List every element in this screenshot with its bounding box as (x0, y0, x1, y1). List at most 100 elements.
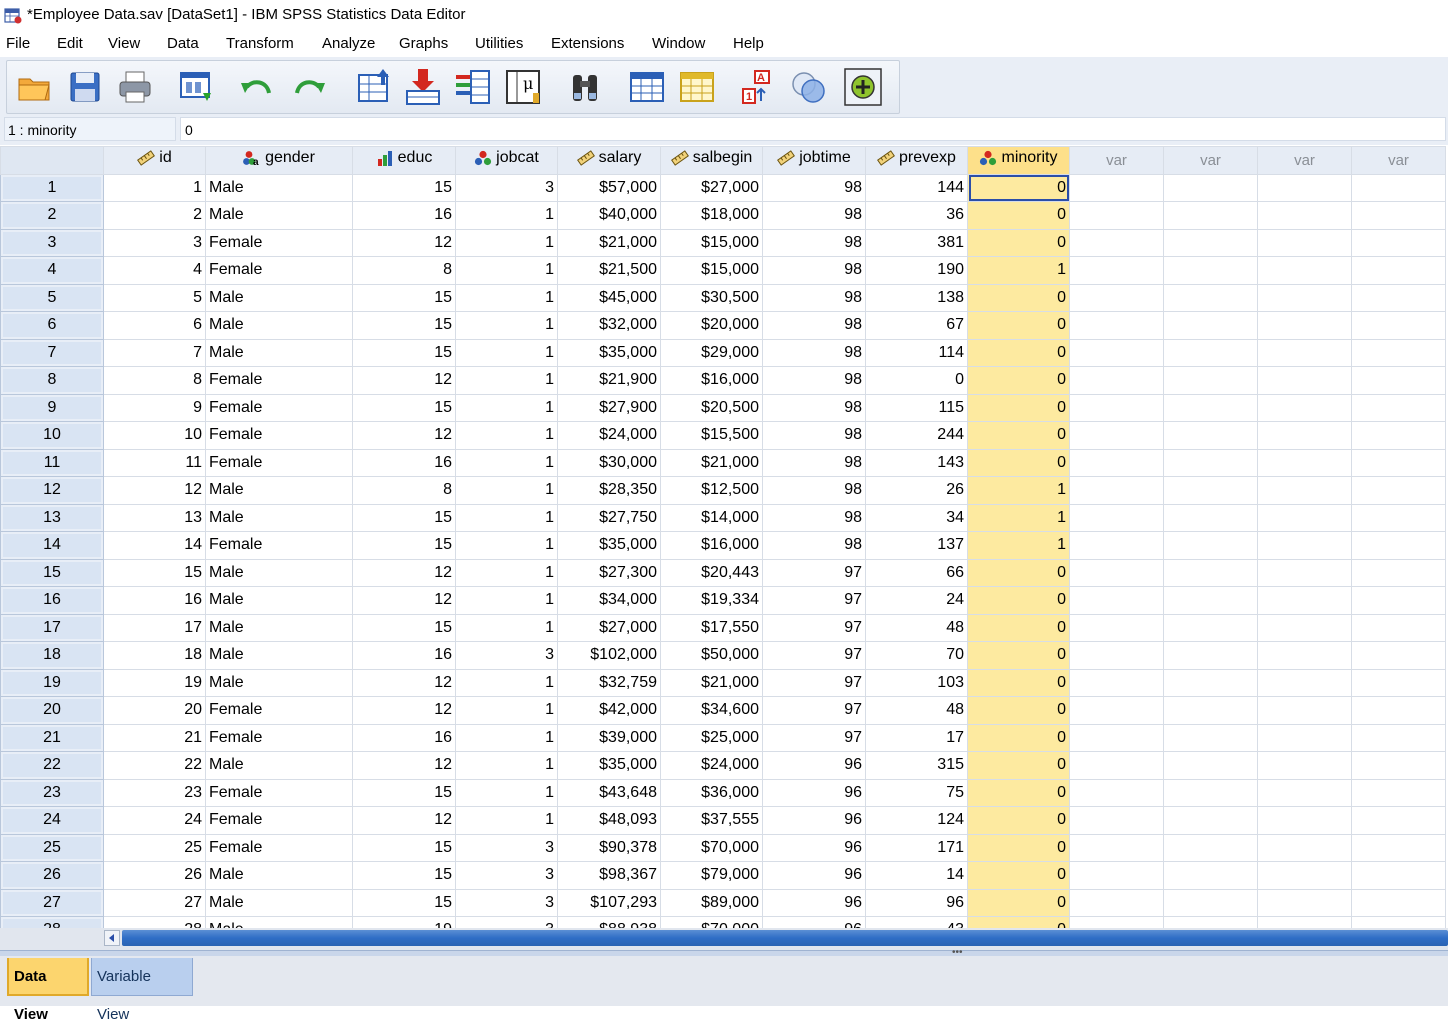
cell-gender[interactable]: Female (205, 833, 353, 862)
cell-salary[interactable]: $21,000 (557, 228, 661, 257)
cell-jobcat[interactable]: 1 (455, 201, 558, 230)
cell-jobtime[interactable]: 96 (762, 778, 866, 807)
cell-empty[interactable] (1257, 833, 1352, 862)
find-icon[interactable] (565, 67, 605, 107)
cell-empty[interactable] (1351, 613, 1446, 642)
split-file-icon[interactable]: A1 (739, 67, 779, 107)
cell-empty[interactable] (1351, 806, 1446, 835)
insert-cases-icon[interactable] (627, 67, 667, 107)
cell-id[interactable]: 3 (103, 228, 206, 257)
cell-salary[interactable]: $57,000 (557, 173, 661, 202)
row-header[interactable]: 18 (0, 641, 104, 670)
cell-jobcat[interactable]: 1 (455, 476, 558, 505)
grid-corner[interactable] (0, 146, 104, 175)
cell-empty[interactable] (1257, 173, 1352, 202)
cell-prevexp[interactable]: 137 (865, 531, 968, 560)
cell-jobtime[interactable]: 98 (762, 173, 866, 202)
cell-jobcat[interactable]: 1 (455, 668, 558, 697)
cell-educ[interactable]: 16 (352, 723, 456, 752)
cell-id[interactable]: 19 (103, 668, 206, 697)
cell-gender[interactable]: Male (205, 201, 353, 230)
cell-salbegin[interactable]: $12,500 (660, 476, 763, 505)
cell-empty[interactable] (1069, 393, 1164, 422)
cell-empty[interactable] (1163, 201, 1258, 230)
cell-minority[interactable]: 0 (967, 668, 1070, 697)
cell-gender[interactable]: Male (205, 586, 353, 615)
cell-educ[interactable]: 15 (352, 531, 456, 560)
row-header[interactable]: 16 (0, 586, 104, 615)
cell-prevexp[interactable]: 43 (865, 916, 968, 928)
cell-educ[interactable]: 15 (352, 833, 456, 862)
cell-jobcat[interactable]: 1 (455, 613, 558, 642)
cell-empty[interactable] (1351, 696, 1446, 725)
cell-id[interactable]: 28 (103, 916, 206, 928)
cell-educ[interactable]: 12 (352, 668, 456, 697)
go-to-variable-icon[interactable] (403, 67, 443, 107)
cell-salary[interactable]: $39,000 (557, 723, 661, 752)
horizontal-scrollbar[interactable] (0, 928, 1448, 950)
descriptive-statistics-icon[interactable]: μ (503, 67, 543, 107)
cell-prevexp[interactable]: 190 (865, 256, 968, 285)
row-header[interactable]: 12 (0, 476, 104, 505)
scroll-left-icon[interactable] (104, 930, 120, 946)
cell-educ[interactable]: 19 (352, 916, 456, 928)
cell-jobcat[interactable]: 1 (455, 778, 558, 807)
cell-prevexp[interactable]: 0 (865, 366, 968, 395)
cell-empty[interactable] (1351, 173, 1446, 202)
cell-gender[interactable]: Male (205, 173, 353, 202)
cell-gender[interactable]: Male (205, 311, 353, 340)
cell-prevexp[interactable]: 67 (865, 311, 968, 340)
cell-gender[interactable]: Male (205, 751, 353, 780)
cell-prevexp[interactable]: 381 (865, 228, 968, 257)
row-header[interactable]: 23 (0, 778, 104, 807)
cell-jobtime[interactable]: 98 (762, 283, 866, 312)
cell-prevexp[interactable]: 96 (865, 888, 968, 917)
cell-minority[interactable]: 0 (967, 751, 1070, 780)
cell-jobtime[interactable]: 98 (762, 421, 866, 450)
cell-jobtime[interactable]: 98 (762, 256, 866, 285)
cell-empty[interactable] (1163, 503, 1258, 532)
cell-salbegin[interactable]: $20,000 (660, 311, 763, 340)
cell-salbegin[interactable]: $15,500 (660, 421, 763, 450)
cell-empty[interactable] (1351, 641, 1446, 670)
cell-empty[interactable] (1257, 531, 1352, 560)
cell-empty[interactable] (1351, 421, 1446, 450)
cell-gender[interactable]: Female (205, 421, 353, 450)
cell-gender[interactable]: Male (205, 476, 353, 505)
cell-empty[interactable] (1163, 916, 1258, 928)
cell-jobcat[interactable]: 3 (455, 916, 558, 928)
cell-jobcat[interactable]: 3 (455, 641, 558, 670)
cell-id[interactable]: 20 (103, 696, 206, 725)
cell-id[interactable]: 16 (103, 586, 206, 615)
row-header[interactable]: 25 (0, 833, 104, 862)
cell-empty[interactable] (1351, 586, 1446, 615)
cell-salary[interactable]: $98,367 (557, 861, 661, 890)
cell-prevexp[interactable]: 26 (865, 476, 968, 505)
cell-gender[interactable]: Male (205, 888, 353, 917)
cell-empty[interactable] (1069, 696, 1164, 725)
cell-jobtime[interactable]: 98 (762, 476, 866, 505)
insert-variable-icon[interactable] (677, 67, 717, 107)
cell-gender[interactable]: Female (205, 778, 353, 807)
cell-jobtime[interactable]: 96 (762, 833, 866, 862)
cell-empty[interactable] (1257, 476, 1352, 505)
row-header[interactable]: 10 (0, 421, 104, 450)
weight-cases-icon[interactable] (789, 67, 829, 107)
cell-jobcat[interactable]: 3 (455, 833, 558, 862)
cell-empty[interactable] (1257, 228, 1352, 257)
cell-minority[interactable]: 1 (967, 256, 1070, 285)
cell-empty[interactable] (1163, 256, 1258, 285)
cell-empty[interactable] (1257, 201, 1352, 230)
row-header[interactable]: 22 (0, 751, 104, 780)
cell-minority[interactable]: 0 (967, 173, 1070, 202)
cell-prevexp[interactable]: 315 (865, 751, 968, 780)
cell-educ[interactable]: 12 (352, 558, 456, 587)
cell-jobtime[interactable]: 98 (762, 338, 866, 367)
cell-salary[interactable]: $35,000 (557, 751, 661, 780)
cell-prevexp[interactable]: 66 (865, 558, 968, 587)
cell-jobtime[interactable]: 98 (762, 531, 866, 560)
cell-salbegin[interactable]: $89,000 (660, 888, 763, 917)
cell-empty[interactable] (1351, 751, 1446, 780)
menu-extensions[interactable]: Extensions (551, 35, 624, 52)
cell-jobcat[interactable]: 1 (455, 228, 558, 257)
